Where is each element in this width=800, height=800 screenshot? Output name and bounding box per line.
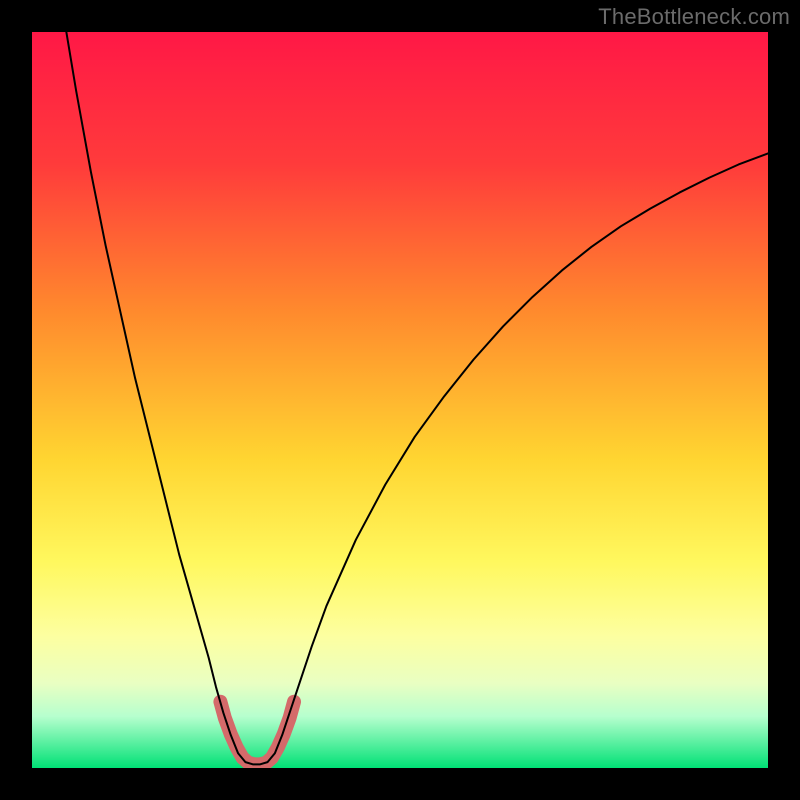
chart-frame: TheBottleneck.com — [0, 0, 800, 800]
gradient-background — [32, 32, 768, 768]
chart-svg — [32, 32, 768, 768]
watermark-text: TheBottleneck.com — [598, 4, 790, 30]
plot-area — [32, 32, 768, 768]
